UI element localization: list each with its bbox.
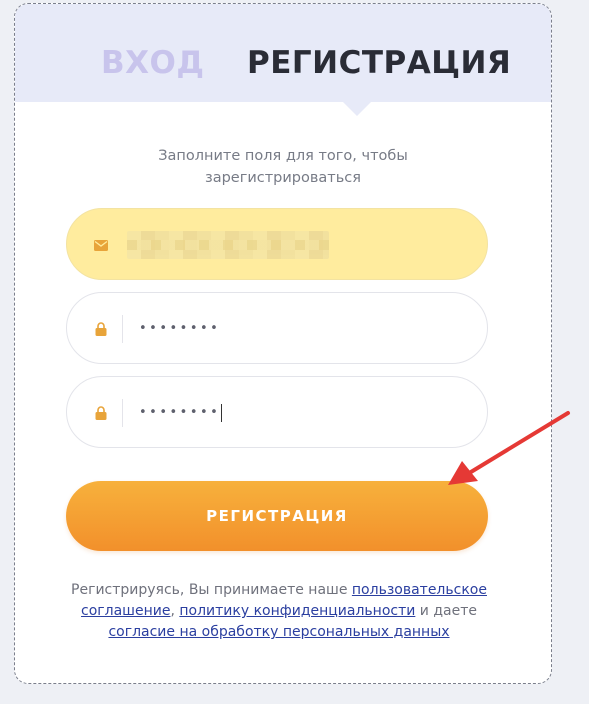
tab-login[interactable]: ВХОД — [101, 44, 205, 82]
password-confirm-value[interactable]: •••••••• — [139, 402, 223, 424]
data-consent-link[interactable]: согласие на обработку персональных данны… — [108, 624, 449, 640]
subtitle-line-2: зарегистрироваться — [204, 170, 361, 186]
field-divider — [122, 315, 123, 343]
lock-icon — [91, 403, 111, 423]
field-divider — [122, 399, 123, 427]
mail-icon — [91, 235, 111, 255]
legal-prefix: Регистрируясь, Вы принимаете наше — [71, 582, 352, 598]
password-value[interactable]: •••••••• — [139, 318, 220, 340]
text-caret — [221, 403, 223, 422]
password-confirm-field[interactable]: •••••••• — [66, 376, 488, 448]
email-input[interactable] — [137, 229, 457, 261]
auth-tabs: ВХОД РЕГИСТРАЦИЯ — [15, 4, 551, 102]
active-tab-pointer — [342, 101, 372, 116]
legal-mid: и даете — [415, 603, 477, 619]
register-button[interactable]: РЕГИСТРАЦИЯ — [66, 481, 488, 551]
registration-card: ВХОД РЕГИСТРАЦИЯ Заполните поля для того… — [14, 3, 552, 684]
privacy-policy-link[interactable]: политику конфиденциальности — [179, 603, 415, 619]
password-field[interactable]: •••••••• — [66, 292, 488, 364]
subtitle-line-1: Заполните поля для того, чтобы — [158, 148, 408, 164]
password-confirm-text: •••••••• — [139, 405, 221, 420]
tab-register[interactable]: РЕГИСТРАЦИЯ — [247, 44, 511, 82]
legal-notice: Регистрируясь, Вы принимаете наше пользо… — [51, 580, 507, 643]
email-field[interactable] — [66, 208, 488, 280]
form-subtitle: Заполните поля для того, чтобы зарегистр… — [15, 145, 551, 189]
lock-icon — [91, 319, 111, 339]
